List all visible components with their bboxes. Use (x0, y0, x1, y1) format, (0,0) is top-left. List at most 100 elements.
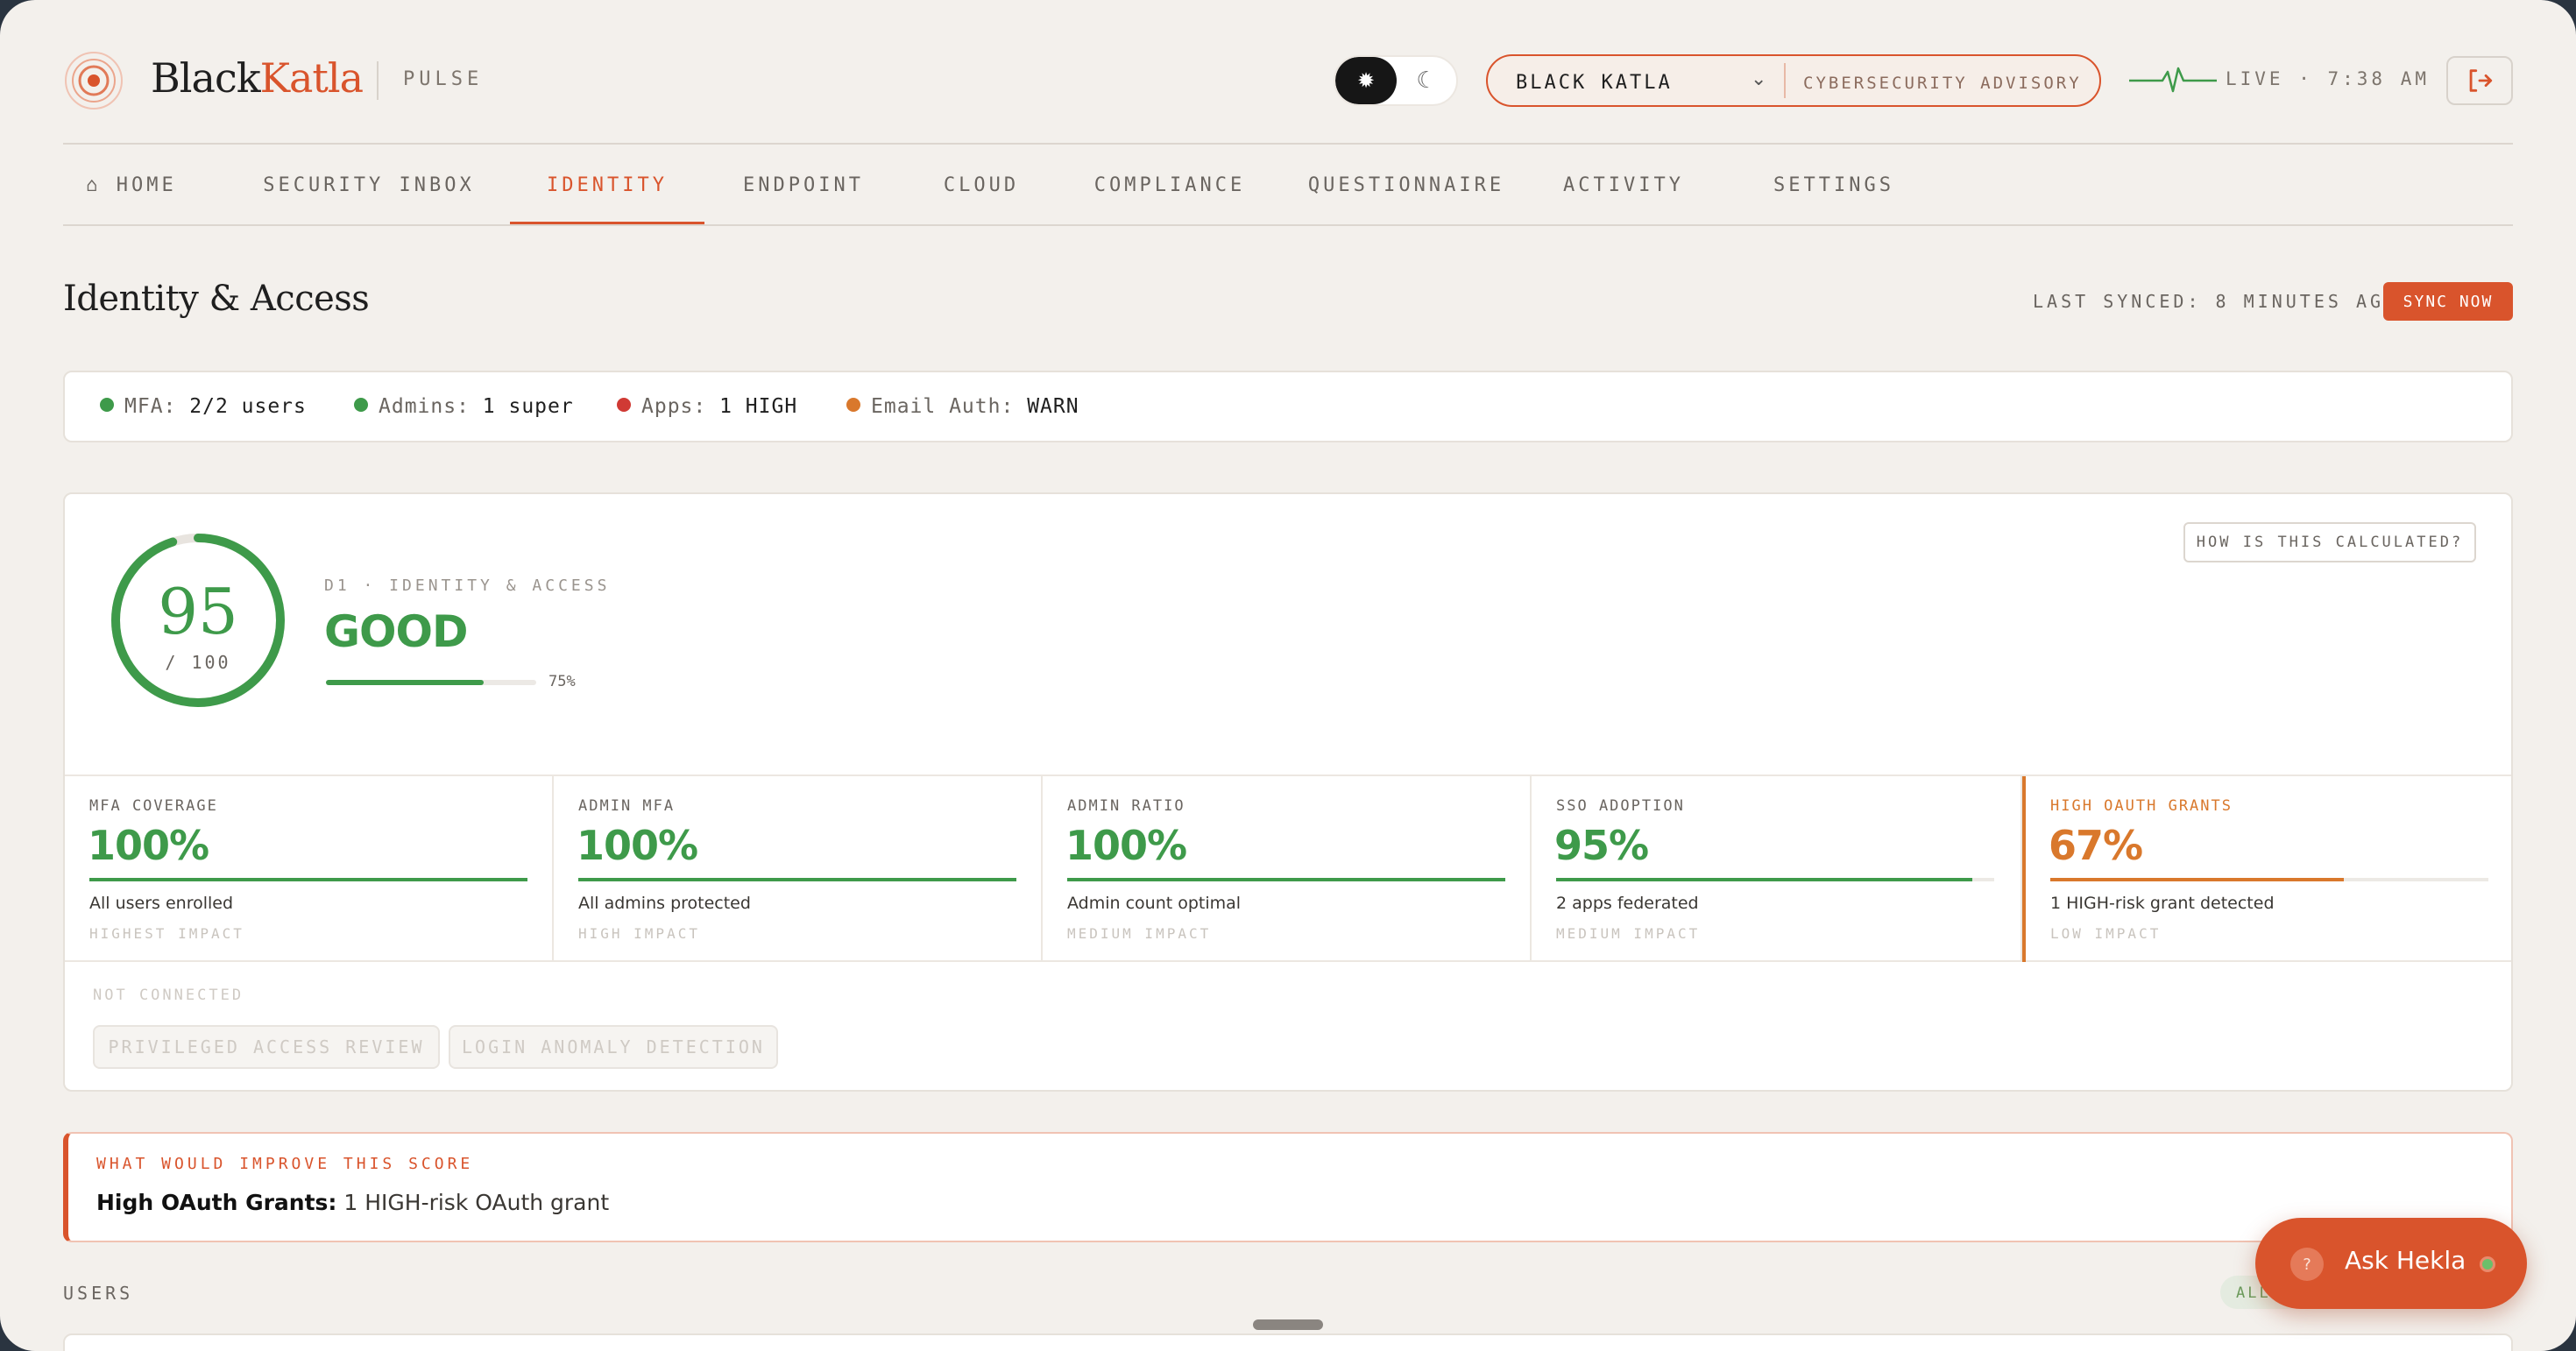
metric-bar-fill (89, 878, 527, 881)
page-title: Identity & Access (63, 279, 370, 319)
grade-percent: 75% (548, 673, 576, 690)
ask-hekla-button[interactable]: ? Ask Hekla (2255, 1218, 2527, 1309)
tab-compliance[interactable]: COMPLIANCE (1083, 145, 1256, 225)
metric-bar (1556, 878, 1994, 881)
grade: GOOD (324, 606, 469, 657)
metric-bar-fill (578, 878, 1016, 881)
metric-value: 100% (88, 822, 209, 869)
status-label: Apps: (641, 395, 707, 418)
metric-label: ADMIN RATIO (1067, 797, 1185, 815)
ask-hekla-label: Ask Hekla (2345, 1246, 2466, 1275)
last-synced: LAST SYNCED: 8 MINUTES AGO (2033, 291, 2399, 312)
improve-label: WHAT WOULD IMPROVE THIS SCORE (96, 1155, 474, 1173)
metric-desc: 1 HIGH-risk grant detected (2050, 894, 2275, 913)
online-status-dot (2480, 1256, 2495, 1272)
metric-impact: MEDIUM IMPACT (1067, 925, 1212, 942)
metric-value: 100% (1065, 822, 1187, 869)
users-table (63, 1333, 2513, 1351)
metric-label: ADMIN MFA (578, 797, 676, 815)
metric-bar-fill (1556, 878, 1972, 881)
improve-score-callout: WHAT WOULD IMPROVE THIS SCORE High OAuth… (63, 1132, 2513, 1242)
status-dot-good (100, 398, 114, 412)
score-value: 95 (158, 575, 238, 648)
grade-progress (326, 680, 536, 685)
metric-bar (1067, 878, 1505, 881)
brand-accent: Katla (259, 54, 364, 102)
metric-bar (2050, 878, 2488, 881)
tab-endpoint[interactable]: ENDPOINT (731, 145, 876, 225)
metric-value: 95% (1554, 822, 1649, 869)
org-selector[interactable]: BLACK KATLA ⌄ CYBERSECURITY ADVISORY (1486, 54, 2101, 107)
chevron-down-icon: ⌄ (1751, 68, 1767, 90)
metric-bar-fill (2050, 878, 2344, 881)
tab-questionnaire[interactable]: QUESTIONNAIRE (1302, 145, 1511, 225)
logout-button[interactable] (2446, 56, 2513, 105)
brand-primary: Black (151, 54, 261, 102)
pulse-icon (2129, 67, 2217, 93)
metric-impact: LOW IMPACT (2050, 925, 2162, 942)
how-calculated-button[interactable]: HOW IS THIS CALCULATED? (2183, 522, 2476, 562)
tab-identity[interactable]: IDENTITY (510, 145, 704, 225)
metric-bar (89, 878, 527, 881)
status-dot-bad (617, 398, 631, 412)
header: BlackKatla PULSE ✹ ☾ BLACK KATLA ⌄ CYBER… (63, 46, 2513, 116)
logout-icon (2469, 69, 2493, 92)
status-admins: Admins: 1 super (354, 395, 574, 418)
status-value: WARN (1027, 395, 1079, 418)
metric-sso-adoption[interactable]: SSO ADOPTION 95% 2 apps federated MEDIUM… (1532, 776, 2022, 962)
brand-name[interactable]: BlackKatla (151, 54, 364, 102)
metric-admin-ratio[interactable]: ADMIN RATIO 100% Admin count optimal MED… (1043, 776, 1532, 962)
status-label: MFA: (124, 395, 177, 418)
metric-label: MFA COVERAGE (89, 797, 218, 815)
app-window: BlackKatla PULSE ✹ ☾ BLACK KATLA ⌄ CYBER… (0, 0, 2576, 1351)
improve-title: High OAuth Grants: (96, 1190, 337, 1215)
status-mfa: MFA: 2/2 users (100, 395, 307, 418)
integration-login-anomaly-detection[interactable]: LOGIN ANOMALY DETECTION (449, 1025, 778, 1069)
metric-mfa-coverage[interactable]: MFA COVERAGE 100% All users enrolled HIG… (65, 776, 554, 962)
status-apps: Apps: 1 HIGH (617, 395, 797, 418)
tab-cloud[interactable]: CLOUD (927, 145, 1036, 225)
grade-progress-fill (326, 680, 484, 685)
product-name: PULSE (403, 68, 484, 90)
status-label: Admins: (379, 395, 470, 418)
metric-label: HIGH OAUTH GRANTS (2050, 797, 2233, 815)
improve-text: High OAuth Grants: 1 HIGH-risk OAuth gra… (96, 1190, 609, 1215)
score-card: 95 / 100 D1 · IDENTITY & ACCESS GOOD 75%… (63, 492, 2513, 1092)
theme-toggle[interactable]: ✹ ☾ (1334, 55, 1458, 106)
metric-admin-mfa[interactable]: ADMIN MFA 100% All admins protected HIGH… (554, 776, 1043, 962)
tab-activity[interactable]: ACTIVITY (1556, 145, 1691, 225)
users-section-title: USERS (63, 1283, 134, 1304)
status-value: 1 super (482, 395, 574, 418)
metric-label: SSO ADOPTION (1556, 797, 1685, 815)
org-tag: CYBERSECURITY ADVISORY (1803, 74, 2082, 93)
sun-icon[interactable]: ✹ (1335, 57, 1397, 104)
nav-divider (63, 224, 2513, 226)
domain-label: D1 · IDENTITY & ACCESS (324, 576, 611, 595)
tab-home[interactable]: ⌂ HOME (63, 145, 200, 225)
metric-bar-fill (1067, 878, 1505, 881)
status-dot-warn (846, 398, 860, 412)
metric-desc: All admins protected (578, 894, 751, 913)
metric-value: 100% (577, 822, 698, 869)
scroll-handle[interactable] (1253, 1319, 1323, 1330)
metric-bar (578, 878, 1016, 881)
status-strip: MFA: 2/2 users Admins: 1 super Apps: 1 H… (63, 371, 2513, 442)
org-divider (1784, 63, 1786, 98)
main-nav: ⌂ HOME SECURITY INBOX IDENTITY ENDPOINT … (63, 145, 2513, 225)
metric-impact: HIGH IMPACT (578, 925, 700, 942)
moon-icon[interactable]: ☾ (1397, 57, 1456, 104)
tab-security-inbox[interactable]: SECURITY INBOX (261, 145, 477, 225)
metric-desc: Admin count optimal (1067, 894, 1242, 913)
metrics-row: MFA COVERAGE 100% All users enrolled HIG… (65, 775, 2511, 962)
sync-now-button[interactable]: SYNC NOW (2383, 282, 2513, 321)
logo-icon[interactable] (63, 50, 124, 111)
score-denominator: / 100 (165, 652, 231, 673)
status-email-auth: Email Auth: WARN (846, 395, 1079, 418)
status-value: 2/2 users (189, 395, 307, 418)
integration-privileged-access-review[interactable]: PRIVILEGED ACCESS REVIEW (93, 1025, 440, 1069)
metric-desc: All users enrolled (89, 894, 234, 913)
metric-desc: 2 apps federated (1556, 894, 1699, 913)
help-icon: ? (2290, 1248, 2324, 1281)
metric-high-oauth-grants[interactable]: HIGH OAUTH GRANTS 67% 1 HIGH-risk grant … (2022, 776, 2511, 962)
tab-settings[interactable]: SETTINGS (1768, 145, 1900, 225)
